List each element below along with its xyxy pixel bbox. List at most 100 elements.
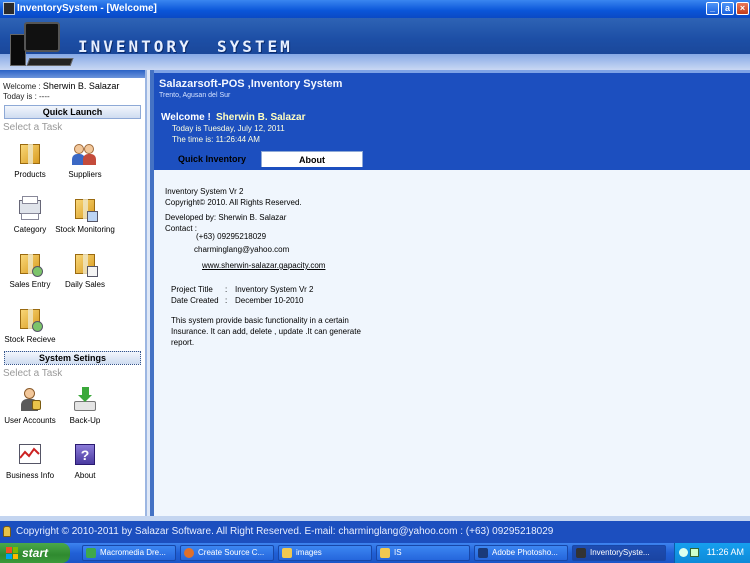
system-backup[interactable]: Back-Up xyxy=(51,387,119,425)
taskbar-item-is[interactable]: IS xyxy=(376,545,470,561)
project-title-label: Project Title xyxy=(171,285,213,294)
system-tray: 11:26 AM xyxy=(674,543,750,563)
windows-flag-icon xyxy=(6,547,18,559)
header-strip xyxy=(154,70,750,73)
status-bar: Copyright © 2010-2011 by Salazar Softwar… xyxy=(0,521,750,543)
category-icon xyxy=(17,196,43,222)
date-text: Today is Tuesday, July 12, 2011 xyxy=(172,124,285,133)
welcome-label: Welcome : xyxy=(3,82,43,91)
email-text: charminglang@yahoo.com xyxy=(194,245,290,254)
app-icon xyxy=(576,548,586,558)
system-settings-header[interactable]: System Setings xyxy=(4,351,141,365)
phone-text: (+63) 09295218029 xyxy=(196,232,267,241)
taskbar-item-label: Macromedia Dre... xyxy=(100,548,166,557)
user-accounts-icon xyxy=(17,387,43,413)
quick-launch-stock-recieve[interactable]: Stock Recieve xyxy=(0,306,64,344)
network-icon[interactable] xyxy=(679,548,688,557)
copyright-text: Copyright© 2010. All Rights Reserved. xyxy=(165,198,302,207)
website-link[interactable]: www.sherwin-salazar.gapacity.com xyxy=(202,261,325,270)
sidebar-welcome: Welcome : Sherwin B. Salazar Today is : … xyxy=(0,78,145,102)
taskbar-item-label: Adobe Photosho... xyxy=(492,548,558,557)
quick-launch-label: Category xyxy=(13,225,47,234)
welcome-user-name: Sherwin B. Salazar xyxy=(42,81,120,91)
banner-logo-text: INVENTORY SYSTEM xyxy=(78,37,293,56)
date-created-row: Date Created : December 10-2010 xyxy=(165,295,750,306)
system-settings-grid: User Accounts Back-Up Business Info ? Ab… xyxy=(0,379,145,499)
about-icon: ? xyxy=(72,442,98,468)
content-header: Salazarsoft-POS ,Inventory System Trento… xyxy=(154,70,750,170)
developer-text: Developed by: Sherwin B. Salazar xyxy=(165,213,287,222)
dreamweaver-icon xyxy=(86,548,96,558)
system-about[interactable]: ? About xyxy=(51,442,119,480)
window-title: InventorySystem - [Welcome] xyxy=(17,3,157,14)
taskbar-item-photoshop[interactable]: Adobe Photosho... xyxy=(474,545,568,561)
close-button[interactable]: × xyxy=(736,2,749,15)
about-panel: Inventory System Vr 2 Copyright© 2010. A… xyxy=(154,170,750,348)
daily-sales-icon xyxy=(72,251,98,277)
taskbar-item-images[interactable]: images xyxy=(278,545,372,561)
quick-launch-header[interactable]: Quick Launch xyxy=(4,105,141,119)
taskbar: start Macromedia Dre... Create Source C.… xyxy=(0,543,750,563)
volume-icon[interactable] xyxy=(690,548,699,557)
separator: : xyxy=(225,296,228,305)
photoshop-icon xyxy=(478,548,488,558)
products-icon xyxy=(17,141,43,167)
tab-about[interactable]: About xyxy=(261,151,363,167)
separator: : xyxy=(225,285,228,294)
app-banner: INVENTORY SYSTEM xyxy=(0,18,750,70)
system-label: Back-Up xyxy=(69,416,101,425)
taskbar-item-label: images xyxy=(296,548,322,557)
project-title-value: Inventory System Vr 2 xyxy=(235,285,314,294)
business-info-icon xyxy=(17,442,43,468)
taskbar-item-firefox[interactable]: Create Source C... xyxy=(180,545,274,561)
select-task-label: Select a Task xyxy=(3,368,63,379)
quick-launch-label: Stock Monitoring xyxy=(55,225,115,234)
project-title-row: Project Title : Inventory System Vr 2 xyxy=(165,284,750,295)
welcome-heading: Welcome ! xyxy=(161,112,211,123)
date-created-label: Date Created xyxy=(171,296,219,305)
quick-launch-label: Products xyxy=(14,170,46,179)
status-copyright: Copyright © 2010-2011 by Salazar Softwar… xyxy=(16,526,554,537)
system-label: Business Info xyxy=(5,471,55,480)
welcome-heading-name: Sherwin B. Salazar xyxy=(216,112,306,123)
backup-icon xyxy=(72,387,98,413)
sidebar: Welcome : Sherwin B. Salazar Today is : … xyxy=(0,70,147,516)
system-label: About xyxy=(74,471,96,480)
firefox-icon xyxy=(184,548,194,558)
description-text: This system provide basic functionality … xyxy=(171,316,361,347)
taskbar-item-dreamweaver[interactable]: Macromedia Dre... xyxy=(82,545,176,561)
maximize-button[interactable]: a xyxy=(721,2,734,15)
minimize-button[interactable]: _ xyxy=(706,2,719,15)
start-button[interactable]: start xyxy=(0,543,70,563)
computer-logo-icon xyxy=(10,20,74,68)
quick-launch-stock-monitoring[interactable]: Stock Monitoring xyxy=(51,196,119,234)
quick-launch-grid: Products Suppliers Category Stock Monito… xyxy=(0,133,145,351)
start-label: start xyxy=(22,546,49,560)
time-text: The time is: 11:26:44 AM xyxy=(172,135,260,144)
app-icon xyxy=(3,2,15,15)
window-title-bar[interactable]: InventorySystem - [Welcome] _ a × xyxy=(0,0,750,18)
date-created-value: December 10-2010 xyxy=(235,296,304,305)
lock-icon xyxy=(3,526,11,537)
taskbar-item-label: Create Source C... xyxy=(198,548,265,557)
version-text: Inventory System Vr 2 xyxy=(165,187,244,196)
tab-quick-inventory[interactable]: Quick Inventory xyxy=(162,151,262,167)
quick-launch-suppliers[interactable]: Suppliers xyxy=(51,141,119,179)
taskbar-item-label: IS xyxy=(394,548,402,557)
quick-launch-daily-sales[interactable]: Daily Sales xyxy=(51,251,119,289)
main-content: Salazarsoft-POS ,Inventory System Trento… xyxy=(150,70,750,516)
system-label: User Accounts xyxy=(4,416,56,425)
tray-clock[interactable]: 11:26 AM xyxy=(707,547,744,557)
taskbar-item-label: InventorySyste... xyxy=(590,548,650,557)
quick-launch-label: Stock Recieve xyxy=(4,335,56,344)
today-label: Today is : ---- xyxy=(3,92,50,101)
banner-stripe xyxy=(0,54,750,70)
folder-icon xyxy=(380,548,390,558)
taskbar-item-inventory-system[interactable]: InventorySyste... xyxy=(572,545,666,561)
stock-recieve-icon xyxy=(17,306,43,332)
select-task-label: Select a Task xyxy=(3,122,63,133)
quick-launch-label: Suppliers xyxy=(68,170,102,179)
quick-launch-label: Sales Entry xyxy=(9,280,51,289)
folder-icon xyxy=(282,548,292,558)
app-title: Salazarsoft-POS ,Inventory System xyxy=(159,78,343,90)
